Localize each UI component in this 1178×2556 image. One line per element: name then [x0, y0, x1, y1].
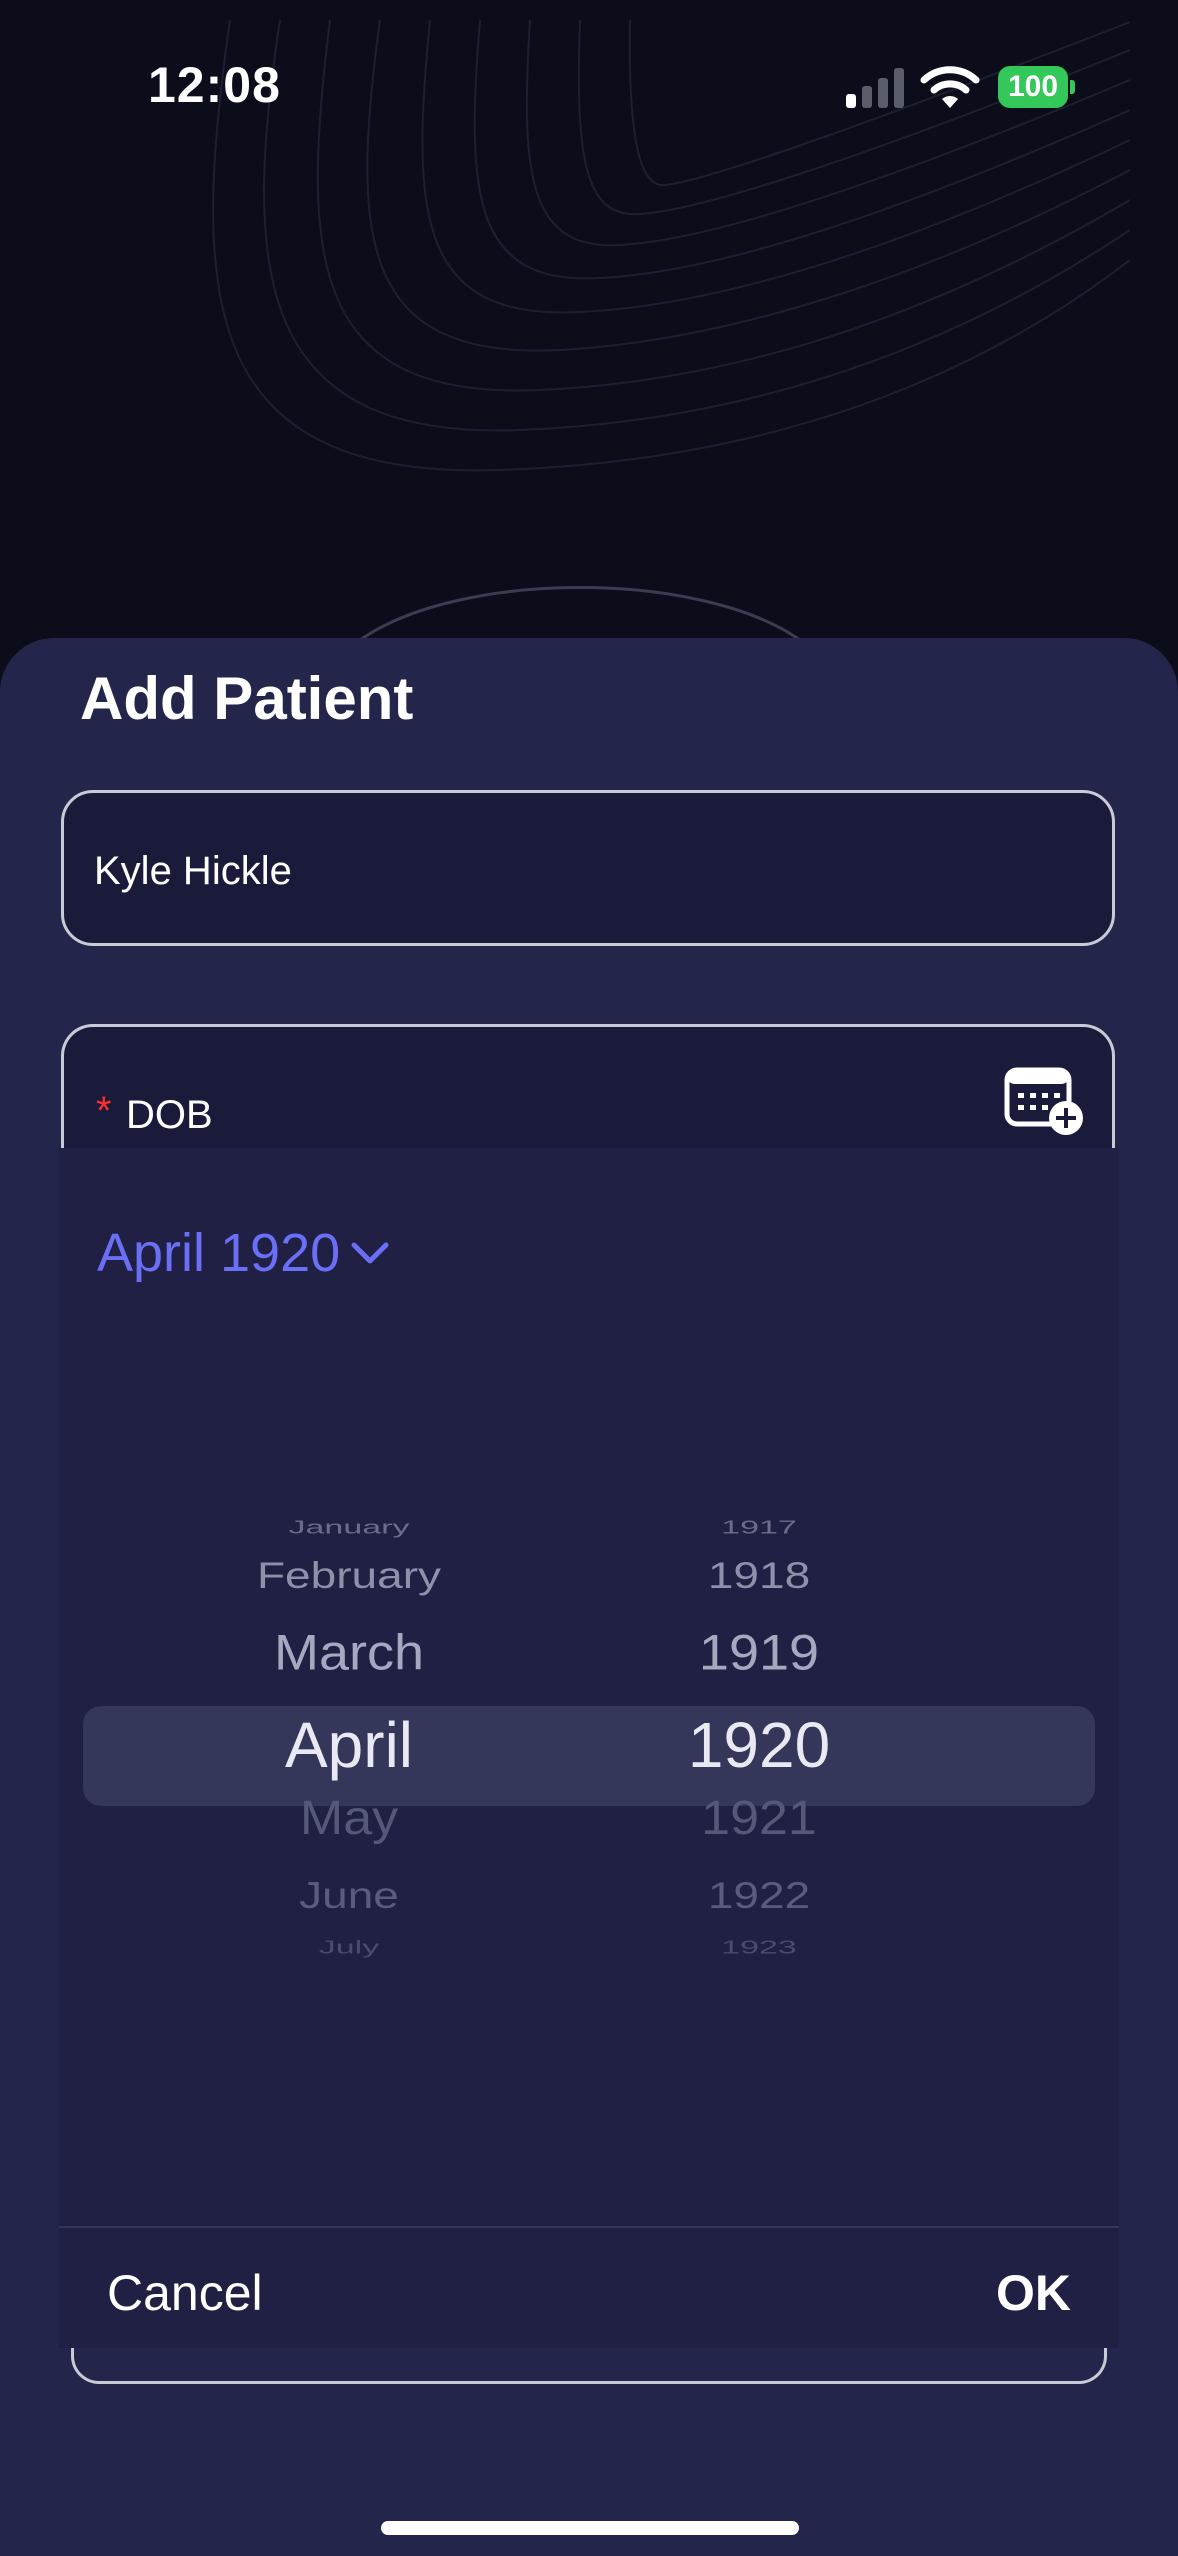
- required-marker: *: [96, 1089, 112, 1133]
- month-wheel-item[interactable]: March: [149, 1624, 549, 1682]
- month-wheel-item[interactable]: July: [149, 1937, 549, 1958]
- home-indicator: [381, 2521, 799, 2535]
- year-wheel-item[interactable]: 1917: [639, 1517, 879, 1538]
- cellular-signal-icon: [846, 66, 906, 108]
- battery-icon: 100: [998, 66, 1076, 108]
- month-wheel-item[interactable]: June: [149, 1873, 549, 1916]
- patient-name-value: Kyle Hickle: [94, 849, 292, 893]
- sheet-title: Add Patient: [80, 665, 414, 732]
- status-time: 12:08: [148, 57, 281, 113]
- month-year-label: April 1920: [97, 1223, 341, 1283]
- year-wheel-item[interactable]: 1922: [639, 1873, 879, 1916]
- calendar-add-icon[interactable]: [1004, 1066, 1086, 1138]
- year-wheel-item[interactable]: 1921: [639, 1790, 879, 1846]
- battery-level: 100: [998, 66, 1068, 108]
- month-wheel-item[interactable]: May: [149, 1790, 549, 1846]
- month-year-toggle[interactable]: April 1920: [97, 1222, 390, 1284]
- ok-button[interactable]: OK: [996, 2264, 1071, 2322]
- year-wheel-item[interactable]: 1920: [639, 1708, 879, 1782]
- year-wheel-item[interactable]: 1919: [639, 1624, 879, 1682]
- month-wheel-item[interactable]: April: [149, 1708, 549, 1782]
- chevron-down-icon: [351, 1242, 389, 1264]
- dob-label: DOB: [126, 1093, 213, 1137]
- year-wheel-item[interactable]: 1918: [639, 1553, 879, 1596]
- date-picker: April 1920 January February March April May J…: [59, 1148, 1119, 2348]
- month-wheel-item[interactable]: January: [149, 1517, 549, 1538]
- wifi-icon: [920, 66, 980, 108]
- month-wheel-item[interactable]: February: [149, 1553, 549, 1596]
- year-wheel-item[interactable]: 1923: [639, 1937, 879, 1958]
- month-wheel[interactable]: January February March April May June July: [149, 1488, 549, 2028]
- picker-divider: [59, 2226, 1119, 2228]
- year-wheel[interactable]: 1917 1918 1919 1920 1921 1922 1923: [639, 1488, 879, 2028]
- cancel-button[interactable]: Cancel: [107, 2264, 263, 2322]
- patient-name-field[interactable]: Kyle Hickle: [61, 790, 1115, 946]
